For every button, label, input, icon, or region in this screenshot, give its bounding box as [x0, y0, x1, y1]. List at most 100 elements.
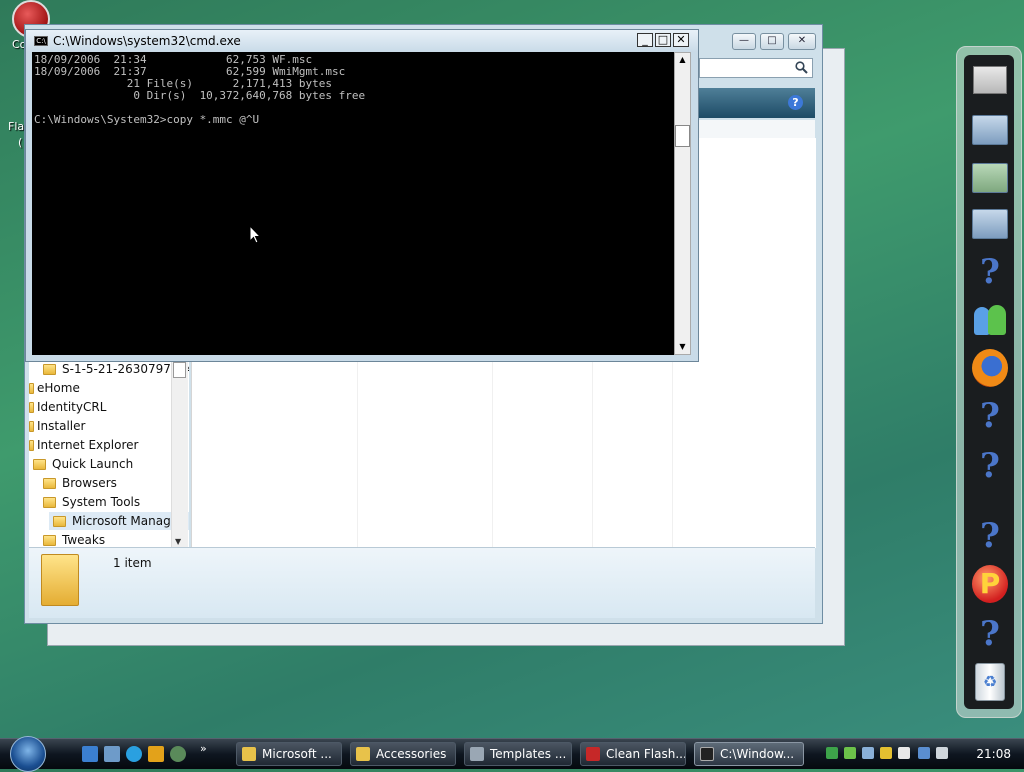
help-icon[interactable]: ?: [972, 396, 1008, 436]
task-button-clean-flash[interactable]: Clean Flash...: [580, 742, 686, 766]
nav-item-label: Internet Explorer: [37, 438, 139, 452]
folder-icon: [33, 458, 46, 470]
minimize-button[interactable]: —: [732, 33, 756, 50]
nav-item-label: S-1-5-21-2630797234: [62, 362, 189, 376]
cmd-close-button[interactable]: ✕: [673, 33, 689, 47]
nav-item-label: Tweaks: [62, 533, 106, 547]
switch-windows-icon[interactable]: [104, 746, 120, 762]
search-input[interactable]: [699, 58, 813, 78]
scroll-down-icon[interactable]: ▼: [175, 537, 181, 546]
task-button-microsoft[interactable]: Microsoft ...: [236, 742, 342, 766]
help-icon[interactable]: ?: [788, 95, 803, 110]
desktop-icon-label-3: (: [18, 136, 23, 149]
console-icon: [700, 747, 714, 761]
nav-item-label: eHome: [37, 381, 80, 395]
messenger-icon[interactable]: [972, 301, 1008, 339]
folder-icon[interactable]: [972, 159, 1008, 197]
task-button-cmd[interactable]: C:\Window...: [694, 742, 804, 766]
internet-explorer-icon[interactable]: [126, 746, 142, 762]
task-label: Accessories: [376, 747, 447, 761]
folder-icon: [43, 477, 56, 489]
p-badge-glyph: P: [972, 565, 1008, 603]
console-output[interactable]: 18/09/2006 21:34 62,753 WF.msc 18/09/200…: [32, 52, 674, 355]
cmd-maximize-button[interactable]: □: [655, 33, 671, 47]
scroll-down-icon[interactable]: ▼: [675, 340, 690, 354]
folder-icon: [53, 515, 66, 527]
scroll-up-icon[interactable]: ▲: [675, 53, 690, 67]
folder-icon: [43, 496, 56, 508]
folder-icon: [242, 747, 256, 761]
task-label: Clean Flash...: [606, 747, 686, 761]
help-icon[interactable]: ?: [972, 446, 1008, 486]
nav-item-tweaks[interactable]: Tweaks: [43, 531, 105, 547]
folder-icon[interactable]: [972, 111, 1008, 149]
tray-check-icon[interactable]: [826, 747, 838, 759]
nav-item-label: Installer: [37, 419, 86, 433]
quick-launch-more-icon[interactable]: »: [200, 742, 207, 755]
monitor-icon[interactable]: [972, 61, 1008, 99]
close-button[interactable]: ✕: [788, 33, 816, 50]
nav-item-quick-launch[interactable]: Quick Launch: [33, 455, 133, 473]
start-button[interactable]: [10, 736, 46, 772]
folder-icon: [29, 439, 34, 451]
nav-item-microsoft-management[interactable]: Microsoft Manage: [49, 512, 189, 530]
cmd-scrollbar[interactable]: ▲ ▼: [674, 52, 691, 355]
nav-item-sid[interactable]: S-1-5-21-2630797234: [43, 360, 189, 378]
p-badge-icon[interactable]: P: [972, 565, 1008, 603]
scroll-thumb[interactable]: [173, 362, 186, 378]
search-icon[interactable]: [795, 61, 808, 77]
cmd-minimize-button[interactable]: _: [637, 33, 653, 47]
nav-item-browsers[interactable]: Browsers: [43, 474, 117, 492]
command-bar: ?: [699, 88, 815, 118]
task-label: Templates ...: [490, 747, 567, 761]
system-tray: 21:08: [820, 742, 1024, 766]
quick-launch: [82, 746, 186, 762]
help-icon[interactable]: ?: [972, 614, 1008, 654]
sidebar-dock: ? ? ? ? P ? ♻: [956, 46, 1022, 718]
maximize-button[interactable]: □: [760, 33, 784, 50]
show-desktop-icon[interactable]: [82, 746, 98, 762]
nav-pane-scrollbar[interactable]: ▼: [171, 360, 188, 548]
nav-item-ehome[interactable]: eHome: [29, 379, 80, 397]
tray-drive-icon[interactable]: [880, 747, 892, 759]
cmd-window[interactable]: C:\ C:\Windows\system32\cmd.exe _ □ ✕ 18…: [25, 29, 699, 362]
help-icon[interactable]: ?: [972, 252, 1008, 292]
window-caption-controls: — □ ✕: [732, 33, 816, 50]
navigation-pane[interactable]: S-1-5-21-2630797234 eHome IdentityCRL In…: [29, 355, 189, 547]
nav-item-identitycrl[interactable]: IdentityCRL: [29, 398, 106, 416]
tray-user-icon[interactable]: [844, 747, 856, 759]
nav-item-installer[interactable]: Installer: [29, 417, 85, 435]
tray-monitor-icon[interactable]: [862, 747, 874, 759]
tray-network-icon[interactable]: [918, 747, 930, 759]
details-pane: 1 item: [29, 547, 815, 618]
nav-item-label: Microsoft Manage: [72, 514, 179, 528]
flash-icon: [586, 747, 600, 761]
nav-item-label: Quick Launch: [52, 457, 134, 471]
tray-window-icon[interactable]: [898, 747, 910, 759]
item-count: 1 item: [113, 556, 152, 570]
folder-icon[interactable]: [972, 205, 1008, 243]
firefox-icon[interactable]: [972, 349, 1008, 387]
scroll-thumb[interactable]: [675, 125, 690, 147]
recycle-glyph: ♻: [975, 663, 1005, 701]
folder-icon: [29, 420, 34, 432]
media-player-icon[interactable]: [148, 746, 164, 762]
recycle-bin-icon[interactable]: ♻: [972, 663, 1008, 701]
cmd-title: C:\Windows\system32\cmd.exe: [53, 34, 241, 48]
desktop-icon-label-2: Fla: [8, 120, 25, 133]
nav-item-internet-explorer[interactable]: Internet Explorer: [29, 436, 138, 454]
clock[interactable]: 21:08: [976, 747, 1011, 761]
folder-icon: [356, 747, 370, 761]
task-button-accessories[interactable]: Accessories: [350, 742, 456, 766]
cmd-titlebar[interactable]: C:\ C:\Windows\system32\cmd.exe _ □ ✕: [26, 30, 698, 52]
console-icon: C:\: [34, 36, 48, 46]
dock-panel: ? ? ? ? P ? ♻: [964, 55, 1014, 709]
nav-item-system-tools[interactable]: System Tools: [43, 493, 140, 511]
tray-volume-icon[interactable]: [936, 747, 948, 759]
column-header[interactable]: [699, 120, 815, 139]
nav-item-label: Browsers: [62, 476, 117, 490]
folder-icon: [43, 534, 56, 546]
network-icon[interactable]: [170, 746, 186, 762]
help-icon[interactable]: ?: [972, 516, 1008, 556]
task-button-templates[interactable]: Templates ...: [464, 742, 572, 766]
